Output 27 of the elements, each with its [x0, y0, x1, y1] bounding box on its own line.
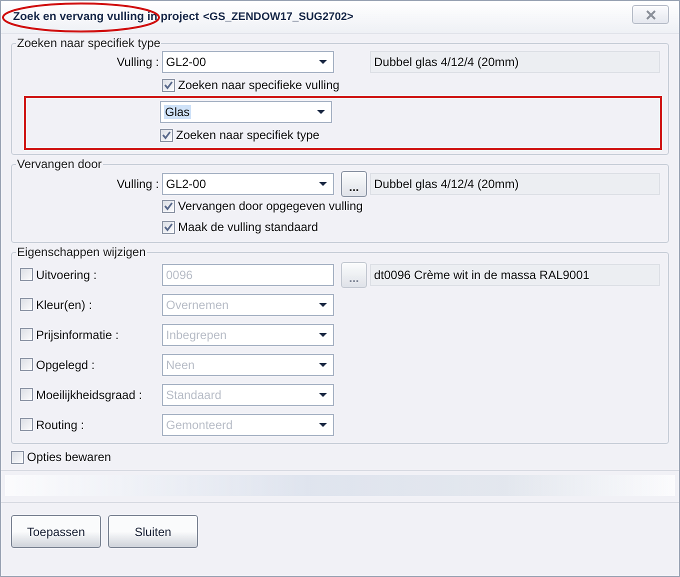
dialog-button[interactable]: Toepassen: [11, 515, 101, 548]
checkbox-label: Moeilijkheidsgraad :: [36, 388, 142, 402]
checkbox-label: Zoeken naar specifiek type: [176, 128, 320, 142]
project-name: <GS_ZENDOW17_SUG2702>: [202, 11, 354, 23]
field-label: Vulling :: [116, 55, 160, 69]
checkbox-label: Maak de vulling standaard: [178, 220, 318, 234]
group-title: Zoeken naar specifiek type: [16, 36, 162, 50]
checkbox-label: Opgelegd :: [36, 358, 95, 372]
checkbox-label: Prijsinformatie :: [36, 328, 119, 342]
checkbox-label: Uitvoering :: [36, 268, 97, 282]
window-title: Zoek en vervang vulling in project: [13, 11, 199, 23]
group-title: Vervangen door: [16, 157, 103, 171]
filling-dropdown[interactable]: GL2-00: [162, 51, 334, 73]
field-label: Vulling :: [116, 177, 160, 191]
description-field: Dubbel glas 4/12/4 (20mm): [370, 173, 660, 195]
filling-dropdown[interactable]: GL2-00: [162, 173, 334, 195]
checkbox-label: Vervangen door opgegeven vulling: [178, 199, 363, 213]
dialog-button[interactable]: Sluiten: [108, 515, 198, 548]
group-title: Eigenschappen wijzigen: [16, 245, 147, 259]
type-dropdown[interactable]: Glas: [160, 101, 332, 123]
checkbox-label: Routing :: [36, 418, 84, 432]
browse-button[interactable]: ...: [341, 171, 367, 197]
checkbox-label: Kleur(en) :: [36, 298, 92, 312]
checkbox-label: Opties bewaren: [27, 450, 112, 464]
description-field: dt0096 Crème wit in de massa RAL9001: [370, 264, 660, 286]
description-field: Dubbel glas 4/12/4 (20mm): [370, 51, 660, 73]
checkbox-label: Zoeken naar specifieke vulling: [178, 78, 340, 92]
